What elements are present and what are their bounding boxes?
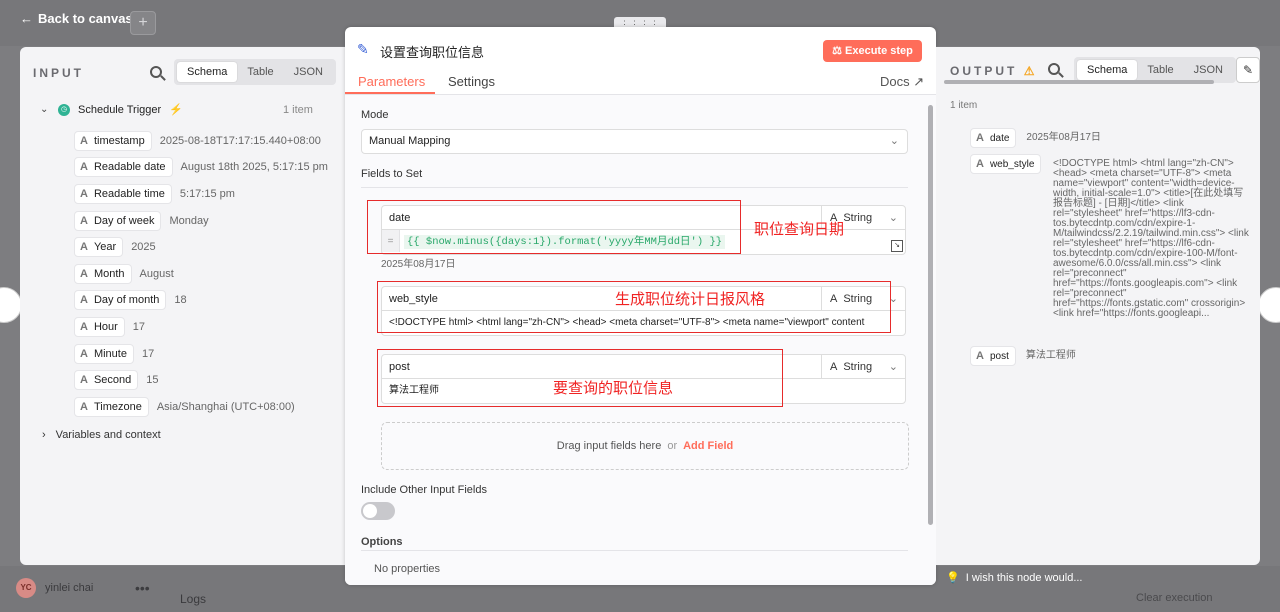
string-type-icon: A [976, 158, 984, 170]
output-value: <!DOCTYPE html> <html lang="zh-CN"> <hea… [1053, 158, 1249, 319]
logs-label[interactable]: Logs [180, 592, 206, 606]
add-node-button[interactable]: + [130, 11, 156, 35]
tab-table[interactable]: Table [237, 62, 283, 82]
clear-execution-button[interactable]: Clear execution [1136, 592, 1212, 604]
string-type-icon: A [80, 241, 88, 253]
docs-link[interactable]: Docs ↗ [880, 74, 924, 90]
node-settings-dialog: ✎ 设置查询职位信息 ⚖ Execute step Parameters Set… [345, 27, 936, 585]
tab-parameters[interactable]: Parameters [358, 74, 425, 89]
feedback-link[interactable]: 💡 I wish this node would... [946, 571, 1083, 585]
execute-step-button[interactable]: ⚖ Execute step [823, 40, 922, 62]
more-icon[interactable]: ••• [135, 580, 150, 596]
tab-json[interactable]: JSON [284, 62, 333, 82]
warning-icon: ⚠ [1023, 64, 1038, 78]
pencil-icon: ✎ [1242, 63, 1254, 77]
input-field[interactable]: A Year 2025 [74, 237, 156, 257]
tab-schema[interactable]: Schema [177, 62, 238, 82]
string-type-icon: A [80, 294, 88, 306]
item-count: 1 item [283, 104, 313, 116]
chevron-down-icon: ⌄ [888, 212, 898, 224]
node-title[interactable]: 设置查询职位信息 [380, 42, 484, 61]
drop-zone[interactable]: Drag input fields here or Add Field [381, 422, 909, 470]
output-field[interactable]: Apost 算法工程师 [970, 346, 1076, 366]
chevron-down-icon[interactable]: ⌄ [40, 104, 50, 115]
mode-select[interactable]: Manual Mapping ⌄ [361, 129, 908, 154]
string-type-icon: A [976, 350, 984, 362]
scrollbar[interactable] [928, 105, 933, 525]
string-type-icon: A [80, 161, 88, 173]
input-field[interactable]: A Day of month 18 [74, 290, 187, 310]
tab-schema[interactable]: Schema [1077, 60, 1138, 80]
add-field-button[interactable]: Add Field [683, 440, 733, 452]
input-view-toggle: Schema Table JSON [174, 59, 336, 85]
output-field[interactable]: Adate 2025年08月17日 [970, 128, 1101, 148]
string-type-icon: A [80, 401, 88, 413]
annotation-box [367, 200, 741, 254]
options-label: Options [361, 536, 403, 548]
active-tab-indicator [345, 92, 435, 94]
output-title: OUTPUT ⚠ [950, 64, 1038, 78]
input-field[interactable]: A Second 15 [74, 370, 159, 390]
fields-to-set-label: Fields to Set [361, 168, 423, 180]
annotation-text: 职位查询日期 [754, 221, 845, 238]
left-side-tab[interactable] [0, 287, 22, 323]
input-title: INPUT [33, 66, 84, 80]
variables-and-context[interactable]: › Variables and context [42, 429, 161, 441]
back-to-canvas-link[interactable]: ← Back to canvas [20, 11, 133, 26]
input-field[interactable]: A Month August [74, 264, 174, 284]
chevron-right-icon: › [42, 429, 46, 441]
expression-preview: 2025年08月17日 [381, 259, 456, 270]
bolt-icon: ⚡ [169, 104, 183, 116]
lightbulb-icon: 💡 [946, 572, 960, 584]
tab-table[interactable]: Table [1137, 60, 1183, 80]
input-field[interactable]: A Hour 17 [74, 317, 145, 337]
string-type-icon: A [976, 132, 984, 144]
input-field[interactable]: A Timezone Asia/Shanghai (UTC+08:00) [74, 397, 295, 417]
string-type-icon: A [80, 188, 88, 200]
user-menu[interactable]: YC yinlei chai [16, 578, 93, 598]
edit-output-button[interactable]: ✎ [1236, 57, 1260, 83]
input-field[interactable]: A Readable date August 18th 2025, 5:17:15 … [74, 157, 328, 177]
output-field[interactable]: Aweb_style [970, 154, 1042, 174]
input-field[interactable]: A Readable time 5:17:15 pm [74, 184, 235, 204]
type-select[interactable]: A String ⌄ [822, 355, 906, 379]
string-type-icon: A [80, 374, 88, 386]
input-field[interactable]: A Day of week Monday [74, 211, 209, 231]
dialog-header: ✎ 设置查询职位信息 ⚖ Execute step Parameters Set… [345, 27, 936, 95]
tab-json[interactable]: JSON [1184, 60, 1233, 80]
string-type-icon: A [80, 321, 88, 333]
string-type-icon: A [80, 215, 88, 227]
string-type-icon: A [830, 361, 838, 373]
parameters-panel: Mode Manual Mapping ⌄ Fields to Set date … [345, 95, 936, 585]
divider [361, 187, 908, 188]
external-link-icon: ↗ [913, 74, 925, 89]
search-icon[interactable] [1048, 63, 1060, 75]
include-other-fields-toggle[interactable] [361, 502, 395, 520]
clock-icon: ◷ [58, 103, 70, 116]
item-count: 1 item [950, 100, 978, 111]
input-field[interactable]: Atimestamp 2025-08-18T17:17:15.440+08:00 [74, 131, 321, 151]
scrollbar[interactable] [944, 80, 1214, 84]
pencil-icon[interactable]: ✎ [357, 41, 369, 58]
chevron-down-icon: ⌄ [888, 361, 898, 373]
avatar: YC [16, 578, 36, 598]
arrow-left-icon: ← [20, 11, 33, 26]
string-type-icon: A [80, 135, 88, 147]
input-field[interactable]: A Minute 17 [74, 344, 154, 364]
search-icon[interactable] [150, 66, 162, 78]
no-properties-text: No properties [374, 563, 441, 575]
include-other-fields-label: Include Other Input Fields [361, 484, 487, 496]
string-type-icon: A [80, 348, 88, 360]
annotation-text: 生成职位统计日报风格 [615, 291, 766, 308]
mode-label: Mode [361, 109, 389, 121]
string-type-icon: A [80, 268, 88, 280]
expand-icon[interactable]: ↘ [891, 240, 903, 252]
user-name: yinlei chai [45, 582, 94, 594]
chevron-down-icon: ⌄ [889, 135, 899, 147]
right-side-tab[interactable] [1258, 287, 1280, 323]
tab-settings[interactable]: Settings [448, 74, 495, 89]
divider [361, 550, 908, 551]
annotation-text: 要查询的职位信息 [553, 380, 674, 397]
